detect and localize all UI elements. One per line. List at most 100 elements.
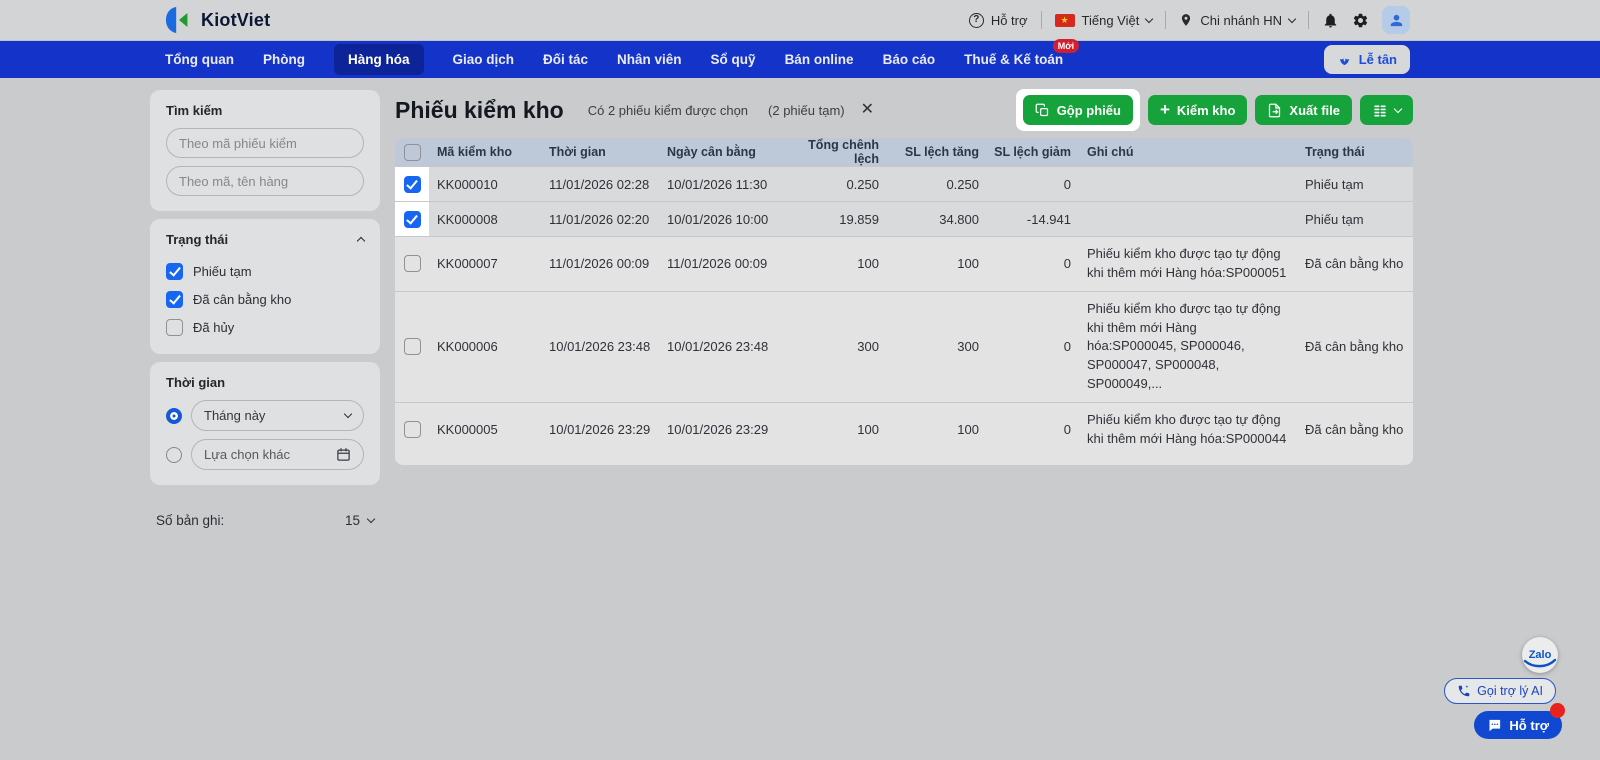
settings-button[interactable] (1352, 12, 1369, 29)
page-header: Phiếu kiểm kho Có 2 phiếu kiểm được chọn… (395, 89, 1413, 131)
user-avatar[interactable] (1382, 6, 1410, 34)
zalo-button[interactable]: Zalo (1522, 637, 1558, 673)
select-all-checkbox[interactable] (403, 143, 421, 161)
row-checkbox[interactable] (403, 210, 421, 228)
ai-call-button[interactable]: Gọi trợ lý AI (1444, 678, 1556, 704)
nav-item-label: Thuế & Kế toán (964, 52, 1064, 67)
nav-item-tong-quan[interactable]: Tổng quan (165, 52, 234, 67)
status-option-da-huy[interactable]: Đã hủy (166, 313, 364, 341)
cell-balance-date: 10/01/2026 10:00 (667, 211, 769, 227)
header-checkbox-cell (395, 138, 429, 166)
collapse-chevron-icon[interactable] (356, 236, 366, 246)
nav-item-giao-dich[interactable]: Giao dịch (453, 52, 515, 67)
branch-selector[interactable]: Chi nhánh HN (1179, 13, 1297, 28)
nav-item-bao-cao[interactable]: Báo cáo (883, 52, 936, 67)
time-preset-value: Tháng này (204, 408, 266, 423)
merge-button[interactable]: Gộp phiếu (1022, 95, 1133, 125)
status-checkbox[interactable] (166, 262, 183, 280)
zalo-label: Zalo (1528, 649, 1552, 661)
table-row[interactable]: KK000008 11/01/2026 02:20 10/01/2026 10:00… (395, 201, 1413, 236)
cell-qty-increase: 100 (957, 422, 979, 438)
language-selector[interactable]: ★ Tiếng Việt (1054, 13, 1154, 28)
time-custom-radio[interactable] (166, 446, 182, 463)
reception-button[interactable]: Lễ tân (1323, 45, 1410, 74)
export-file-icon (1269, 103, 1281, 117)
ai-call-label: Gọi trợ lý AI (1477, 684, 1543, 698)
status-checkbox[interactable] (166, 318, 183, 336)
chat-bubble-icon (1489, 719, 1501, 731)
row-checkbox-cell (395, 292, 429, 402)
nav-item-thue-ke-toan[interactable]: Thuế & Kế toán Mới (964, 39, 1080, 67)
nav-item-phong[interactable]: Phòng (263, 52, 305, 67)
nav-item-label: Đối tác (543, 52, 589, 67)
time-preset-radio[interactable] (166, 407, 182, 424)
cell-balance-date: 10/01/2026 23:29 (667, 422, 769, 438)
status-option-label: Đã hủy (193, 319, 235, 335)
cell-balance-date: 11/01/2026 00:09 (667, 256, 768, 272)
column-header-ma-kiem-kho[interactable]: Mã kiểm kho (429, 145, 541, 159)
chevron-down-icon (1145, 14, 1154, 23)
time-custom-value: Lựa chọn khác (204, 447, 291, 462)
chevron-down-icon (343, 409, 353, 419)
merge-button-label: Gộp phiếu (1056, 102, 1121, 118)
notifications-button[interactable] (1322, 12, 1339, 29)
column-header-ghi-chu[interactable]: Ghi chú (1081, 138, 1291, 169)
clear-selection-button[interactable]: ✕ (861, 102, 874, 118)
table-row[interactable]: KK000006 10/01/2026 23:48 10/01/2026 23:48… (395, 290, 1413, 402)
row-checkbox-cell (395, 237, 429, 291)
cell-qty-increase: 34.800 (939, 211, 979, 227)
time-custom-select[interactable]: Lựa chọn khác (191, 439, 364, 470)
cell-note: Phiếu kiểm kho được tạo tự động khi thêm… (1087, 246, 1287, 280)
cell-status: Phiếu tạm (1305, 176, 1364, 192)
row-checkbox[interactable] (403, 175, 421, 193)
time-preset-select[interactable]: Tháng này (191, 400, 364, 431)
search-code-input[interactable] (166, 128, 364, 158)
cell-qty-increase: 0.250 (946, 176, 979, 192)
nav-item-label: Giao dịch (452, 52, 515, 67)
cell-note: Phiếu kiểm kho được tạo tự động khi thêm… (1087, 411, 1287, 446)
nav-item-label: Bán online (784, 52, 854, 67)
column-header-tong-chenh-lech[interactable]: Tổng chênh lệch (781, 138, 889, 166)
support-label: Hỗ trợ (1509, 717, 1549, 733)
column-header-sl-lech-giam[interactable]: SL lệch giảm (989, 145, 1081, 159)
row-checkbox[interactable] (403, 338, 421, 356)
column-header-sl-lech-tang[interactable]: SL lệch tăng (889, 145, 989, 159)
row-checkbox[interactable] (403, 421, 421, 439)
nav-item-label: Nhân viên (617, 52, 682, 67)
row-checkbox[interactable] (403, 255, 421, 273)
column-header-ngay-can-bang[interactable]: Ngày cân bằng (659, 145, 781, 159)
cell-time: 11/01/2026 02:28 (549, 176, 650, 192)
table-row[interactable]: KK000005 10/01/2026 23:29 10/01/2026 23:29… (395, 401, 1413, 457)
nav-item-doi-tac[interactable]: Đối tác (543, 52, 588, 67)
cell-status: Phiếu tạm (1305, 211, 1364, 227)
time-panel: Thời gian Tháng này Lựa chọn khác (150, 362, 380, 485)
help-menu[interactable]: ? Hỗ trợ (968, 12, 1028, 28)
selection-count-text: Có 2 phiếu kiểm được chọn (587, 102, 749, 118)
nav-item-so-quy[interactable]: Sổ quỹ (711, 52, 756, 67)
column-header-thoi-gian[interactable]: Thời gian (541, 145, 659, 159)
status-checkbox[interactable] (166, 290, 183, 308)
column-header-trang-thai[interactable]: Trạng thái (1291, 145, 1413, 159)
status-option-da-can-bang-kho[interactable]: Đã cân bằng kho (166, 285, 364, 313)
reception-icon (1339, 58, 1349, 66)
records-label: Số bản ghi: (156, 513, 225, 528)
columns-button[interactable] (1360, 95, 1413, 125)
cell-qty-increase: 100 (957, 256, 979, 272)
status-option-phieu-tam[interactable]: Phiếu tạm (166, 257, 364, 285)
nav-item-label: Tổng quan (165, 52, 234, 67)
merge-copy-icon (1035, 103, 1048, 116)
records-select[interactable]: 15 (344, 513, 376, 528)
table-row[interactable]: KK000010 11/01/2026 02:28 10/01/2026 11:30… (395, 166, 1413, 201)
cell-code: KK000010 (437, 176, 498, 192)
records-value: 15 (344, 513, 360, 528)
table-row[interactable]: KK000007 11/01/2026 00:09 11/01/2026 00:09… (395, 236, 1413, 291)
stocktake-button[interactable]: + Kiểm kho (1147, 95, 1248, 125)
search-item-input[interactable] (166, 166, 364, 196)
nav-item-ban-online[interactable]: Bán online (785, 52, 854, 67)
nav-item-nhan-vien[interactable]: Nhân viên (617, 52, 682, 67)
support-button[interactable]: Hỗ trợ (1474, 711, 1562, 739)
export-button[interactable]: Xuất file (1255, 95, 1352, 125)
cell-status: Đã cân bằng kho (1305, 422, 1404, 438)
search-panel: Tìm kiếm (150, 90, 380, 211)
nav-item-hang-hoa[interactable]: Hàng hóa (333, 44, 424, 75)
